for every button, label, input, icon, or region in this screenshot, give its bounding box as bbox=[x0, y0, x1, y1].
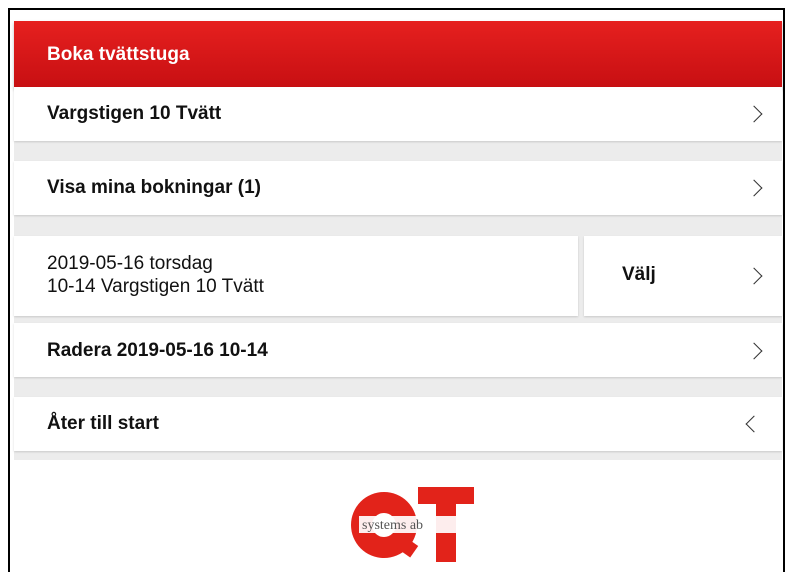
booking-slot: 10-14 Vargstigen 10 Tvätt bbox=[47, 276, 264, 297]
select-booking-button[interactable]: Välj bbox=[584, 236, 782, 316]
chevron-right-icon bbox=[745, 105, 763, 123]
booking-date: 2019-05-16 torsdag bbox=[47, 253, 213, 274]
back-to-start-item[interactable]: Åter till start bbox=[14, 397, 782, 451]
chevron-right-icon bbox=[745, 267, 763, 285]
back-to-start-label: Åter till start bbox=[47, 413, 159, 434]
logo-text: systems ab bbox=[362, 518, 423, 533]
my-bookings-label: Visa mina bokningar (1) bbox=[47, 177, 261, 198]
chevron-left-icon bbox=[745, 415, 763, 433]
laundry-room-label: Vargstigen 10 Tvätt bbox=[47, 103, 222, 124]
select-label: Välj bbox=[622, 264, 656, 285]
laundry-room-item[interactable]: Vargstigen 10 Tvätt bbox=[14, 87, 782, 141]
chevron-right-icon bbox=[745, 179, 763, 197]
delete-booking-label: Radera 2019-05-16 10-14 bbox=[47, 340, 268, 361]
page-title: Boka tvättstuga bbox=[47, 44, 190, 65]
chevron-right-icon bbox=[745, 342, 763, 360]
qt-systems-logo: systems ab bbox=[351, 487, 474, 562]
app-frame: Boka tvättstuga Vargstigen 10 Tvätt Visa… bbox=[8, 8, 785, 572]
my-bookings-item[interactable]: Visa mina bokningar (1) bbox=[14, 161, 782, 215]
booking-info: 2019-05-16 torsdag 10-14 Vargstigen 10 T… bbox=[14, 236, 578, 316]
page-header: Boka tvättstuga bbox=[14, 21, 782, 88]
delete-booking-item[interactable]: Radera 2019-05-16 10-14 bbox=[14, 323, 782, 377]
